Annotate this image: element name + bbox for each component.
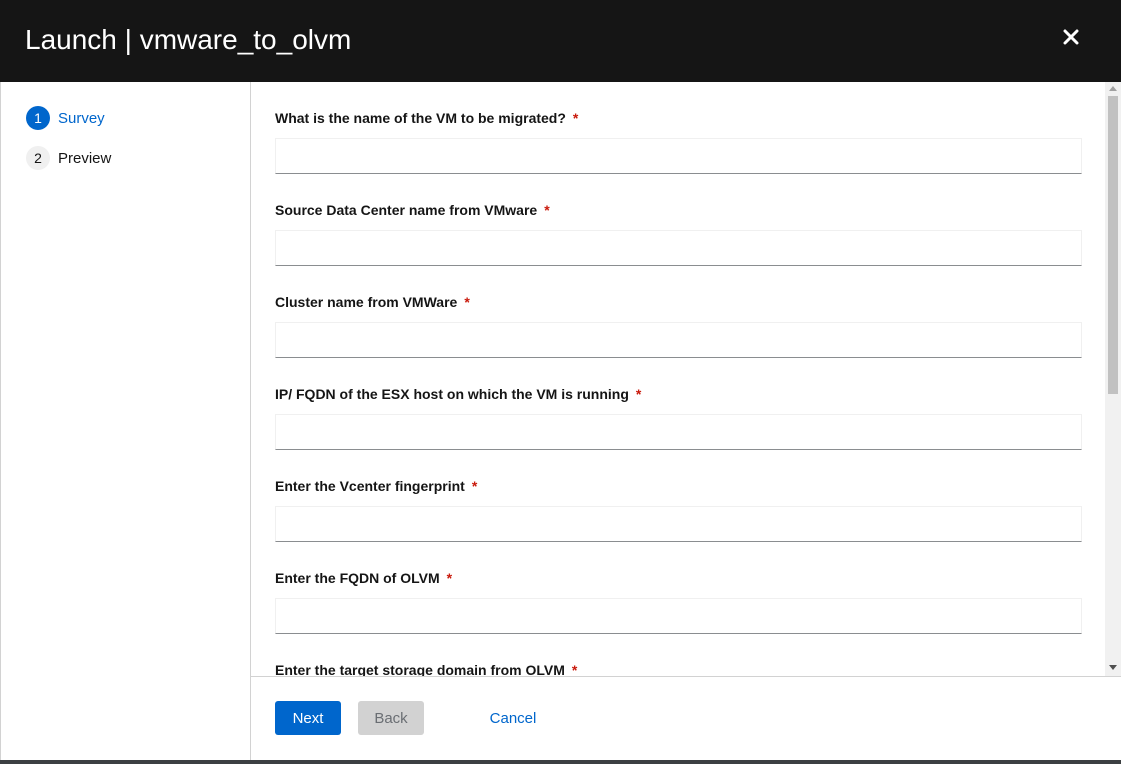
scroll-up-arrow-icon[interactable] <box>1109 86 1117 91</box>
field-label: Enter the FQDN of OLVM * <box>275 570 453 586</box>
nav-item-label: Preview <box>58 149 112 167</box>
vcenter-fingerprint-input[interactable] <box>275 506 1082 542</box>
survey-form: What is the name of the VM to be migrate… <box>251 82 1121 676</box>
field-label: Enter the Vcenter fingerprint * <box>275 478 478 494</box>
required-marker: * <box>544 202 550 218</box>
scroll-thumb[interactable] <box>1108 96 1118 394</box>
bottom-edge <box>0 760 1121 764</box>
required-marker: * <box>571 662 578 676</box>
next-button[interactable]: Next <box>275 701 341 735</box>
nav-item-preview[interactable]: 2 Preview <box>26 146 111 170</box>
wizard-nav: 1 Survey 2 Preview <box>0 82 251 760</box>
close-button[interactable] <box>1058 24 1084 50</box>
step-number: 2 <box>26 146 50 170</box>
required-marker: * <box>464 294 470 310</box>
cancel-button[interactable]: Cancel <box>480 701 546 735</box>
launch-modal: Launch | vmware_to_olvm 1 Survey 2 Previ… <box>0 0 1121 764</box>
modal-footer: Next Back Cancel <box>251 676 1121 760</box>
vm-name-input[interactable] <box>275 138 1082 174</box>
close-icon <box>1063 29 1079 45</box>
cluster-name-input[interactable] <box>275 322 1082 358</box>
scroll-down-arrow-icon[interactable] <box>1109 665 1117 670</box>
required-marker: * <box>471 478 478 494</box>
required-marker: * <box>446 570 453 586</box>
modal-body: 1 Survey 2 Preview What is the name of t… <box>0 82 1121 760</box>
source-datacenter-input[interactable] <box>275 230 1082 266</box>
modal-title: Launch | vmware_to_olvm <box>25 24 352 55</box>
field-label: IP/ FQDN of the ESX host on which the VM… <box>275 386 642 402</box>
form-scrollbar[interactable] <box>1105 82 1121 676</box>
required-marker: * <box>635 386 642 402</box>
step-number: 1 <box>26 106 50 130</box>
nav-item-survey[interactable]: 1 Survey <box>26 106 105 130</box>
field-label: Enter the target storage domain from OLV… <box>275 662 578 676</box>
nav-item-label: Survey <box>58 109 105 127</box>
field-label: Cluster name from VMWare * <box>275 294 470 310</box>
modal-header: Launch | vmware_to_olvm <box>0 0 1121 82</box>
required-marker: * <box>572 110 579 126</box>
esx-host-input[interactable] <box>275 414 1082 450</box>
back-button[interactable]: Back <box>358 701 424 735</box>
olvm-fqdn-input[interactable] <box>275 598 1082 634</box>
field-label: What is the name of the VM to be migrate… <box>275 110 579 126</box>
field-label: Source Data Center name from VMware * <box>275 202 550 218</box>
